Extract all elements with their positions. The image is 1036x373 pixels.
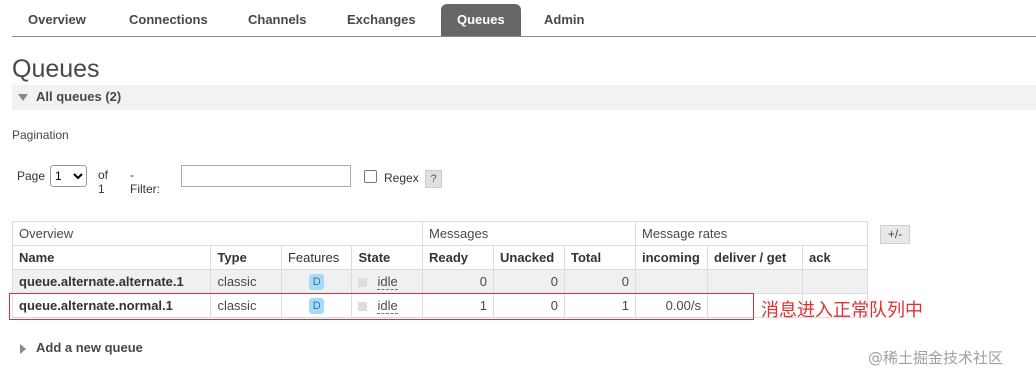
expand-triangle-icon — [20, 343, 26, 354]
pagination-label: Pagination — [12, 128, 69, 142]
col-state[interactable]: State — [351, 245, 423, 270]
all-queues-toggle[interactable]: All queues (2) — [18, 89, 121, 104]
columns-toggle-button[interactable]: +/- — [880, 225, 910, 244]
durable-badge: D — [309, 274, 325, 290]
group-message-rates: Message rates — [635, 221, 868, 246]
filter-label: - Filter: — [130, 168, 160, 196]
col-ready[interactable]: Ready — [422, 245, 494, 270]
collapse-triangle-icon — [18, 94, 28, 102]
page-label: Page — [17, 169, 46, 183]
col-unacked[interactable]: Unacked — [493, 245, 565, 270]
col-incoming[interactable]: incoming — [635, 245, 708, 270]
col-ack[interactable]: ack — [802, 245, 868, 270]
table-group-header-row: Overview Messages Message rates — [12, 221, 868, 246]
tab-queues[interactable]: Queues — [441, 4, 521, 37]
queue-name-link[interactable]: queue.alternate.alternate.1 — [11, 269, 212, 294]
tab-connections[interactable]: Connections — [129, 4, 208, 36]
unacked-count: 0 — [493, 269, 565, 294]
incoming-rate — [635, 269, 708, 294]
highlight-box — [9, 293, 754, 320]
state-label: idle — [377, 274, 398, 290]
ack-rate — [802, 269, 868, 294]
watermark: @稀土掘金技术社区 — [868, 349, 1004, 367]
group-messages: Messages — [422, 221, 636, 246]
nav-divider — [12, 36, 1036, 37]
section-header-bar — [12, 85, 1036, 110]
table-column-header-row: Name Type Features State Ready Unacked T… — [11, 245, 868, 270]
table-row[interactable]: queue.alternate.alternate.1 classic D id… — [11, 269, 868, 294]
add-queue-toggle[interactable]: Add a new queue — [20, 340, 143, 355]
regex-label: Regex — [384, 171, 419, 185]
add-queue-label: Add a new queue — [36, 340, 143, 355]
col-deliver-get[interactable]: deliver / get — [707, 245, 803, 270]
col-features[interactable]: Features — [280, 245, 353, 270]
queue-state: idle — [351, 269, 423, 294]
of-pages-label: of 1 — [98, 168, 109, 196]
queue-features: D — [280, 269, 353, 294]
page-select[interactable]: 1 — [50, 165, 87, 187]
tab-admin[interactable]: Admin — [544, 4, 584, 36]
deliver-rate — [707, 269, 803, 294]
annotation-text: 消息进入正常队列中 — [761, 300, 923, 321]
group-overview: Overview — [12, 221, 423, 246]
ready-count: 0 — [422, 269, 494, 294]
col-type[interactable]: Type — [210, 245, 282, 270]
total-count: 0 — [564, 269, 636, 294]
tab-exchanges[interactable]: Exchanges — [347, 4, 416, 36]
top-nav: Overview Connections Channels Exchanges … — [0, 0, 1036, 37]
regex-help-button[interactable]: ? — [425, 170, 442, 188]
col-name[interactable]: Name — [11, 245, 212, 270]
filter-input[interactable] — [181, 165, 351, 187]
tab-overview[interactable]: Overview — [28, 4, 86, 36]
col-total[interactable]: Total — [564, 245, 636, 270]
state-indicator-icon — [358, 278, 368, 288]
all-queues-label: All queues (2) — [36, 89, 122, 104]
page-title: Queues — [12, 55, 100, 83]
tab-channels[interactable]: Channels — [248, 4, 307, 36]
regex-checkbox[interactable] — [364, 170, 377, 183]
queue-type: classic — [210, 269, 282, 294]
